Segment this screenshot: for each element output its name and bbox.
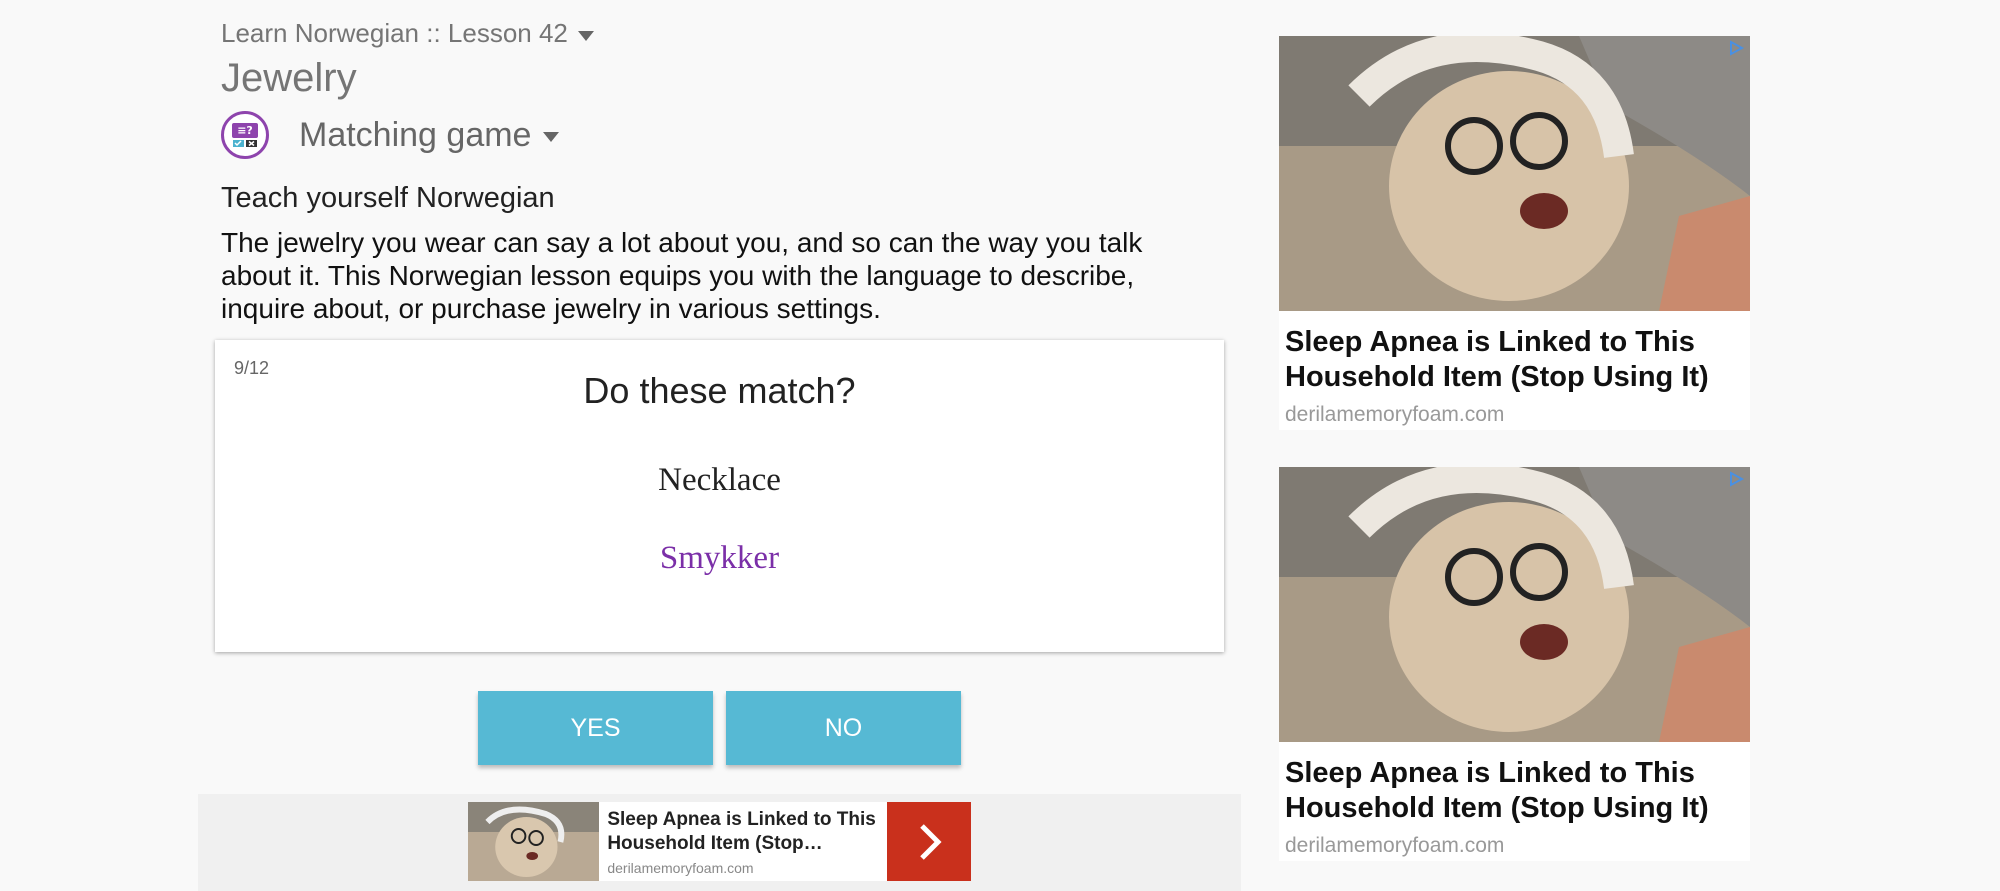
yes-button[interactable]: YES bbox=[478, 691, 713, 765]
triangle-down-icon bbox=[543, 132, 560, 142]
breadcrumb-label: Learn Norwegian :: Lesson 42 bbox=[221, 18, 568, 48]
side-ad[interactable]: Sleep Apnea is Linked to This Household … bbox=[1279, 36, 1750, 430]
lesson-subtitle: Teach yourself Norwegian bbox=[221, 182, 555, 214]
bottom-ad[interactable]: Sleep Apnea is Linked to This Household … bbox=[468, 802, 971, 881]
ad-image bbox=[468, 802, 600, 881]
question-text: Do these match? bbox=[583, 370, 856, 411]
triangle-down-icon bbox=[577, 30, 594, 41]
game-mode-dropdown[interactable]: Matching game bbox=[299, 115, 560, 155]
ad-domain: derilamemoryfoam.com bbox=[1285, 403, 1505, 426]
game-mode-label: Matching game bbox=[299, 115, 532, 154]
ad-image bbox=[1279, 36, 1750, 311]
ad-headline: Sleep Apnea is Linked to This Household … bbox=[1285, 326, 1709, 393]
english-word: Necklace bbox=[658, 462, 781, 498]
lesson-title: Jewelry bbox=[221, 56, 357, 100]
ad-headline: Sleep Apnea is Linked to This Household … bbox=[1285, 757, 1709, 824]
matching-card: 9/12 Do these match? Necklace Smykker bbox=[215, 340, 1224, 652]
game-mode-row: ≡? Matching game bbox=[221, 111, 560, 159]
no-button[interactable]: NO bbox=[726, 691, 961, 765]
adchoices-icon[interactable] bbox=[1728, 40, 1744, 56]
svg-text:≡?: ≡? bbox=[237, 124, 253, 137]
matching-game-icon: ≡? bbox=[221, 111, 269, 159]
breadcrumb[interactable]: Learn Norwegian :: Lesson 42 bbox=[221, 18, 594, 49]
adchoices-icon[interactable] bbox=[1728, 471, 1744, 487]
ad-domain: derilamemoryfoam.com bbox=[1285, 834, 1505, 857]
ad-headline: Sleep Apnea is Linked to This Household … bbox=[607, 809, 876, 854]
ad-domain: derilamemoryfoam.com bbox=[607, 860, 754, 876]
bottom-ad-text: Sleep Apnea is Linked to This Household … bbox=[599, 802, 887, 881]
lesson-description: The jewelry you wear can say a lot about… bbox=[221, 227, 1143, 324]
ad-image bbox=[1279, 467, 1750, 742]
norwegian-word: Smykker bbox=[659, 540, 780, 576]
chevron-right-icon[interactable] bbox=[887, 802, 971, 881]
side-ad[interactable]: Sleep Apnea is Linked to This Household … bbox=[1279, 467, 1750, 861]
